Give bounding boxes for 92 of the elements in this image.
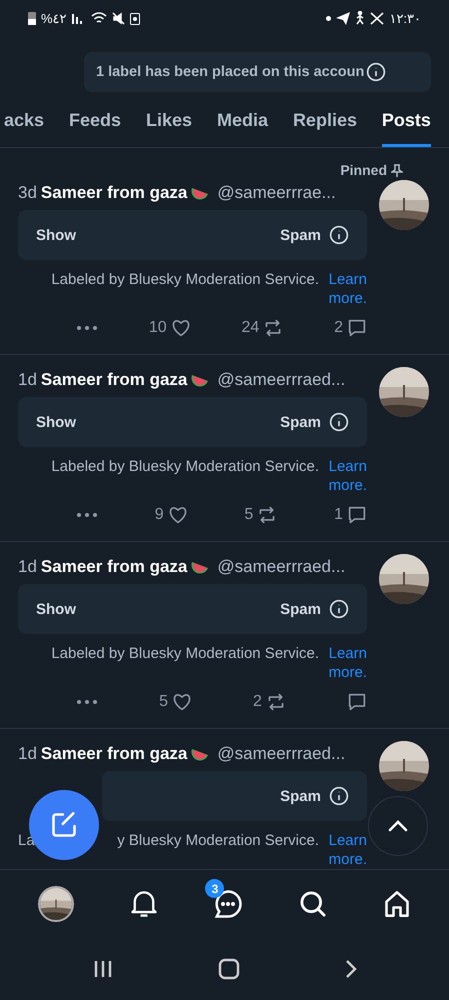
compose-icon [50, 811, 78, 839]
repost-icon[interactable] [263, 319, 284, 337]
repost-icon[interactable] [266, 693, 286, 711]
more-icon[interactable] [76, 325, 98, 331]
profile-tab[interactable]: Likes [146, 100, 192, 147]
more-icon[interactable] [76, 699, 98, 705]
repost-count: 24 [241, 319, 260, 337]
repost-count: 5 [244, 506, 254, 524]
comment-icon[interactable] [346, 506, 367, 524]
author-handle[interactable]: @sameerrraed... [217, 744, 346, 764]
notifications-button[interactable] [130, 889, 158, 919]
search-icon [299, 890, 328, 918]
moderation-note: y Bluesky Moderation Service. [117, 831, 319, 850]
learn-more-link[interactable]: Learn more. [323, 831, 367, 869]
post-age: 1d [18, 370, 37, 390]
like-count: 9 [154, 506, 164, 524]
search-button[interactable] [299, 890, 328, 918]
pinned-label: Pinned [340, 162, 387, 178]
home-icon [383, 890, 412, 918]
wifi-icon [90, 12, 107, 24]
learn-more-link[interactable]: Learn more. [323, 457, 367, 495]
info-icon [366, 62, 386, 82]
home-button[interactable] [383, 890, 412, 918]
profile-tab[interactable]: acks [4, 100, 44, 147]
watermelon-icon [191, 373, 210, 387]
show-label: Show [36, 414, 76, 430]
moderation-note: Labeled by Bluesky Moderation Service. [51, 270, 319, 289]
more-icon[interactable] [76, 512, 98, 518]
post-age: 1d [18, 744, 37, 764]
profile-tab[interactable]: Posts [382, 100, 431, 147]
moderation-note: Labeled by Bluesky Moderation Service. [51, 457, 319, 476]
back-icon[interactable] [344, 959, 356, 979]
info-icon [329, 412, 349, 432]
label-notice[interactable]: 1 label has been placed on this accoun [84, 52, 431, 92]
author-name[interactable]: Sameer from gaza [40, 183, 188, 203]
content-warning[interactable]: Show Spam [18, 210, 367, 260]
watermelon-icon [191, 186, 210, 200]
warning-label: Spam [280, 788, 321, 804]
author-handle[interactable]: @sameerrraed... [217, 557, 346, 577]
heart-icon[interactable] [170, 319, 191, 337]
reply-count: 1 [334, 506, 343, 524]
reply-count: 2 [334, 319, 343, 337]
battery-saver-icon [130, 12, 140, 24]
mute-icon [112, 12, 125, 24]
content-warning[interactable]: Show Spam [18, 584, 367, 634]
post-age: 1d [18, 557, 37, 577]
pin-icon [391, 164, 403, 176]
author-name[interactable]: Sameer from gaza [40, 744, 188, 764]
battery-level: %٤٢ [41, 10, 67, 26]
like-count: 5 [159, 693, 168, 711]
warning-label: Spam [280, 600, 321, 618]
repost-icon[interactable] [257, 506, 278, 524]
comment-icon[interactable] [346, 319, 367, 337]
unread-badge: 3 [205, 879, 224, 898]
repost-count: 2 [253, 693, 262, 711]
like-count: 10 [148, 319, 167, 337]
show-label: Show [36, 600, 76, 618]
warning-label: Spam [280, 226, 321, 244]
clock-time: ١٢:٣٠ [389, 10, 421, 26]
comment-icon[interactable] [347, 693, 367, 711]
learn-more-link[interactable]: Learn more. [323, 644, 367, 682]
profile-tab[interactable]: Media [216, 100, 268, 147]
dot-icon [326, 16, 332, 20]
content-warning[interactable]: Spam [102, 771, 367, 821]
recent-apps-icon[interactable] [92, 960, 112, 978]
watermelon-icon [191, 560, 210, 574]
notice-text: 1 label has been placed on this accoun [96, 64, 364, 80]
author-name[interactable]: Sameer from gaza [40, 557, 188, 577]
send-icon [336, 12, 350, 24]
chevron-up-icon [388, 820, 408, 832]
home-nav-icon[interactable] [218, 958, 240, 980]
info-icon [329, 225, 349, 245]
content-warning[interactable]: Show Spam [18, 397, 367, 447]
walking-person-icon [355, 11, 366, 25]
watermelon-icon [191, 747, 210, 761]
author-handle[interactable]: @sameerrraed... [217, 370, 346, 390]
moderation-note: Labeled by Bluesky Moderation Service. [51, 644, 319, 663]
profile-tab[interactable]: Feeds [69, 100, 122, 147]
heart-icon[interactable] [168, 506, 188, 524]
warning-label: Spam [280, 414, 321, 430]
bell-icon [130, 889, 158, 919]
author-handle[interactable]: @sameerrrae... [217, 183, 336, 203]
post-age: 3d [18, 183, 37, 203]
learn-more-link[interactable]: Learn more. [323, 270, 367, 308]
battery-icon [28, 12, 36, 24]
info-icon [329, 599, 349, 619]
show-label: Show [36, 226, 76, 244]
profile-tab[interactable]: Replies [292, 100, 357, 147]
x-logo-icon [370, 12, 384, 24]
heart-icon[interactable] [172, 693, 192, 711]
info-icon [329, 786, 349, 806]
author-name[interactable]: Sameer from gaza [40, 370, 188, 390]
